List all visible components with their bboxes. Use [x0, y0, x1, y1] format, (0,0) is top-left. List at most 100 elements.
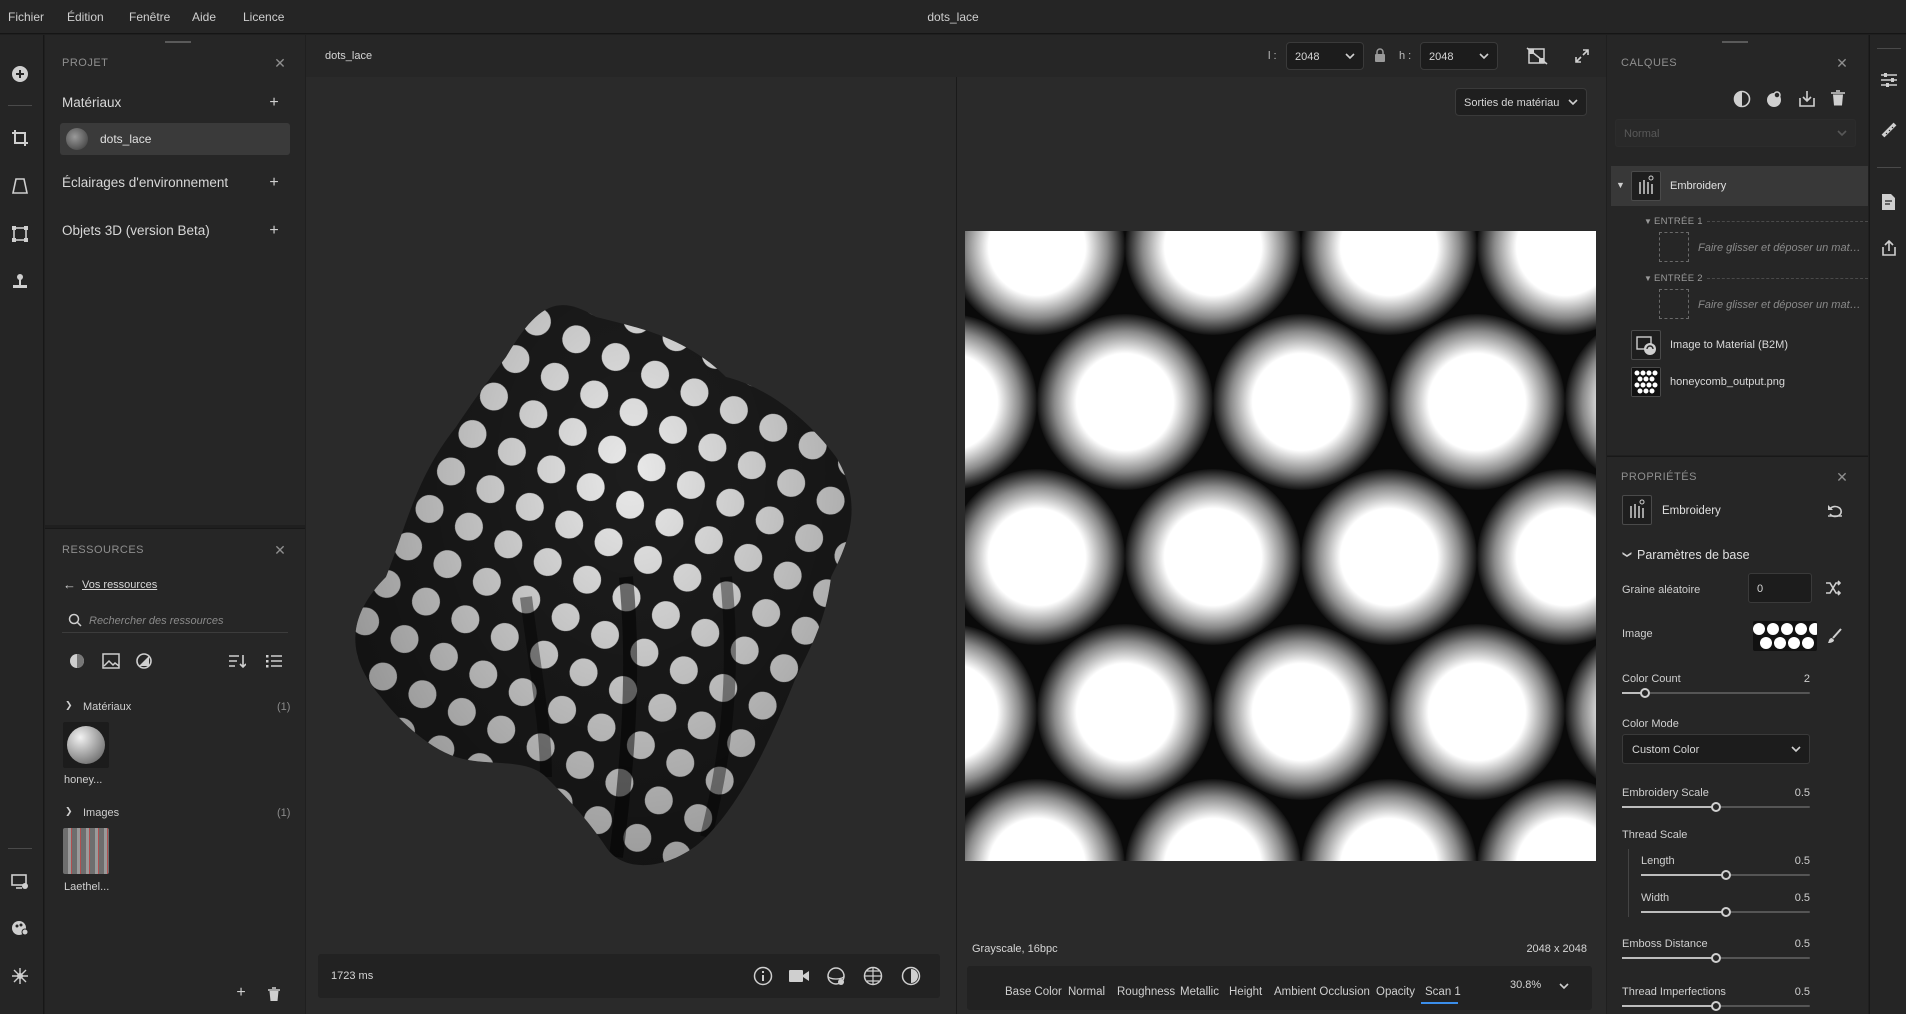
seed-input[interactable]: 0 — [1748, 573, 1812, 603]
width-select[interactable]: 2048 — [1286, 42, 1364, 70]
lock-icon[interactable] — [1374, 48, 1386, 62]
grid-globe-icon[interactable] — [863, 966, 883, 986]
collapse-arrow-icon[interactable]: ▼ — [1644, 274, 1652, 283]
chevron-down-icon[interactable]: ❯ — [1621, 551, 1632, 559]
b2m-layer-icon — [1631, 330, 1661, 360]
environment-icon[interactable] — [826, 966, 846, 986]
image-preview-thumbnail[interactable] — [1753, 621, 1817, 651]
properties-layer-name: Embroidery — [1662, 505, 1721, 517]
add-material-layer-icon[interactable] — [1765, 90, 1783, 108]
channel-normal[interactable]: Normal — [1068, 986, 1105, 998]
channel-opacity[interactable]: Opacity — [1376, 986, 1415, 998]
sliders-icon[interactable] — [1880, 71, 1898, 89]
close-icon[interactable]: ✕ — [1835, 469, 1849, 485]
color-picker-icon[interactable] — [9, 917, 31, 939]
search-field[interactable]: Rechercher des ressources — [62, 609, 288, 633]
channel-ambient-occlusion[interactable]: Ambient Occlusion — [1274, 986, 1370, 998]
panel-grip[interactable] — [1722, 41, 1748, 43]
add-material-button[interactable]: + — [267, 95, 281, 111]
sort-icon[interactable] — [228, 653, 246, 669]
length-slider[interactable] — [1641, 869, 1810, 881]
info-icon[interactable] — [753, 966, 773, 986]
material-thumbnail[interactable] — [63, 722, 109, 768]
embroidery-scale-slider[interactable] — [1622, 801, 1810, 813]
fullscreen-icon[interactable] — [1574, 48, 1590, 64]
slider-knob[interactable] — [1711, 1001, 1721, 1011]
filter-materials-icon[interactable] — [69, 653, 85, 669]
slider-track[interactable] — [1622, 692, 1810, 694]
camera-icon[interactable] — [788, 967, 810, 985]
no-transparency-icon[interactable] — [1526, 47, 1548, 65]
screen-settings-icon[interactable] — [9, 871, 31, 893]
channel-height[interactable]: Height — [1229, 986, 1262, 998]
channel-base-color[interactable]: Base Color — [1005, 986, 1062, 998]
add-circle-icon[interactable] — [9, 63, 31, 85]
slider-knob[interactable] — [1720, 870, 1731, 880]
thread-imperfections-slider[interactable] — [1622, 1000, 1810, 1012]
channel-roughness[interactable]: Roughness — [1117, 986, 1175, 998]
chevron-down-icon[interactable] — [1558, 980, 1570, 992]
share-icon[interactable] — [1880, 239, 1898, 257]
material-item[interactable]: dots_lace — [60, 123, 290, 155]
import-icon[interactable] — [1798, 90, 1816, 108]
filter-filters-icon[interactable] — [136, 653, 152, 669]
filter-images-icon[interactable] — [102, 653, 120, 669]
add-object-button[interactable]: + — [267, 223, 281, 239]
back-arrow-icon[interactable]: ← — [63, 577, 76, 592]
network-icon[interactable] — [9, 965, 31, 987]
your-resources-link[interactable]: Vos ressources — [82, 579, 157, 591]
blend-mode-select[interactable]: Normal — [1615, 119, 1856, 147]
doc-edit-icon[interactable] — [1880, 193, 1898, 211]
trash-icon[interactable] — [1830, 90, 1846, 107]
stamp-icon[interactable] — [9, 271, 31, 293]
perspective-icon[interactable] — [9, 175, 31, 197]
close-icon[interactable]: ✕ — [1835, 55, 1849, 71]
width-param-slider[interactable] — [1641, 906, 1810, 918]
color-mode-select[interactable]: Custom Color — [1622, 734, 1810, 764]
3d-model-preview[interactable] — [306, 77, 956, 957]
channel-metallic[interactable]: Metallic — [1180, 986, 1219, 998]
layer-b2m[interactable]: Image to Material (B2M) — [1611, 327, 1868, 363]
shuffle-icon[interactable] — [1825, 580, 1841, 596]
add-fill-layer-icon[interactable] — [1733, 90, 1751, 108]
reset-icon[interactable] — [1827, 504, 1843, 518]
resources-panel-title: RESSOURCES — [62, 544, 145, 556]
slider-knob[interactable] — [1720, 907, 1731, 917]
chevron-down-icon[interactable]: ❯ — [65, 700, 73, 711]
toolbar-divider — [8, 848, 32, 849]
color-count-slider[interactable] — [1622, 687, 1810, 699]
close-icon[interactable]: ✕ — [273, 542, 287, 558]
slider-fill — [1622, 1005, 1716, 1007]
collapse-arrow-icon[interactable]: ▼ — [1616, 180, 1625, 190]
image-thumbnail[interactable] — [63, 828, 109, 874]
viewport-2d[interactable]: Sorties de matériau Grayscale, 16bpc 204 — [957, 77, 1606, 1014]
close-icon[interactable]: ✕ — [273, 55, 287, 71]
edit-brush-icon[interactable] — [1827, 628, 1843, 644]
sphere-render-icon[interactable] — [901, 966, 921, 986]
emboss-distance-slider[interactable] — [1622, 952, 1810, 964]
slider-knob[interactable] — [1711, 802, 1721, 812]
zoom-level[interactable]: 30.8% — [1510, 979, 1541, 991]
slider-knob[interactable] — [1711, 953, 1721, 963]
transform-icon[interactable] — [9, 223, 31, 245]
trash-icon[interactable] — [267, 987, 281, 1002]
chevron-down-icon[interactable]: ❯ — [65, 806, 73, 817]
pen-ruler-icon[interactable] — [1880, 121, 1898, 139]
collapse-arrow-icon[interactable]: ▼ — [1644, 217, 1652, 226]
add-resource-button[interactable]: + — [234, 985, 248, 1001]
2d-texture-preview[interactable] — [965, 231, 1596, 861]
viewport-3d[interactable]: 1723 ms — [306, 77, 956, 1014]
slider-knob[interactable] — [1639, 688, 1650, 698]
panel-grip[interactable] — [165, 41, 191, 43]
crop-icon[interactable] — [9, 127, 31, 149]
list-view-icon[interactable] — [266, 653, 282, 669]
input-2-drop-zone[interactable] — [1659, 289, 1689, 319]
layer-honeycomb[interactable]: honeycomb_output.png — [1611, 364, 1868, 400]
height-select[interactable]: 2048 — [1420, 42, 1498, 70]
active-channel-indicator — [1421, 1002, 1458, 1004]
input-1-drop-zone[interactable] — [1659, 232, 1689, 262]
add-env-lighting-button[interactable]: + — [267, 175, 281, 191]
layer-embroidery[interactable]: ▼ Embroidery — [1611, 166, 1868, 206]
material-outputs-dropdown[interactable]: Sorties de matériau — [1455, 88, 1587, 116]
channel-scan-1[interactable]: Scan 1 — [1425, 986, 1461, 998]
